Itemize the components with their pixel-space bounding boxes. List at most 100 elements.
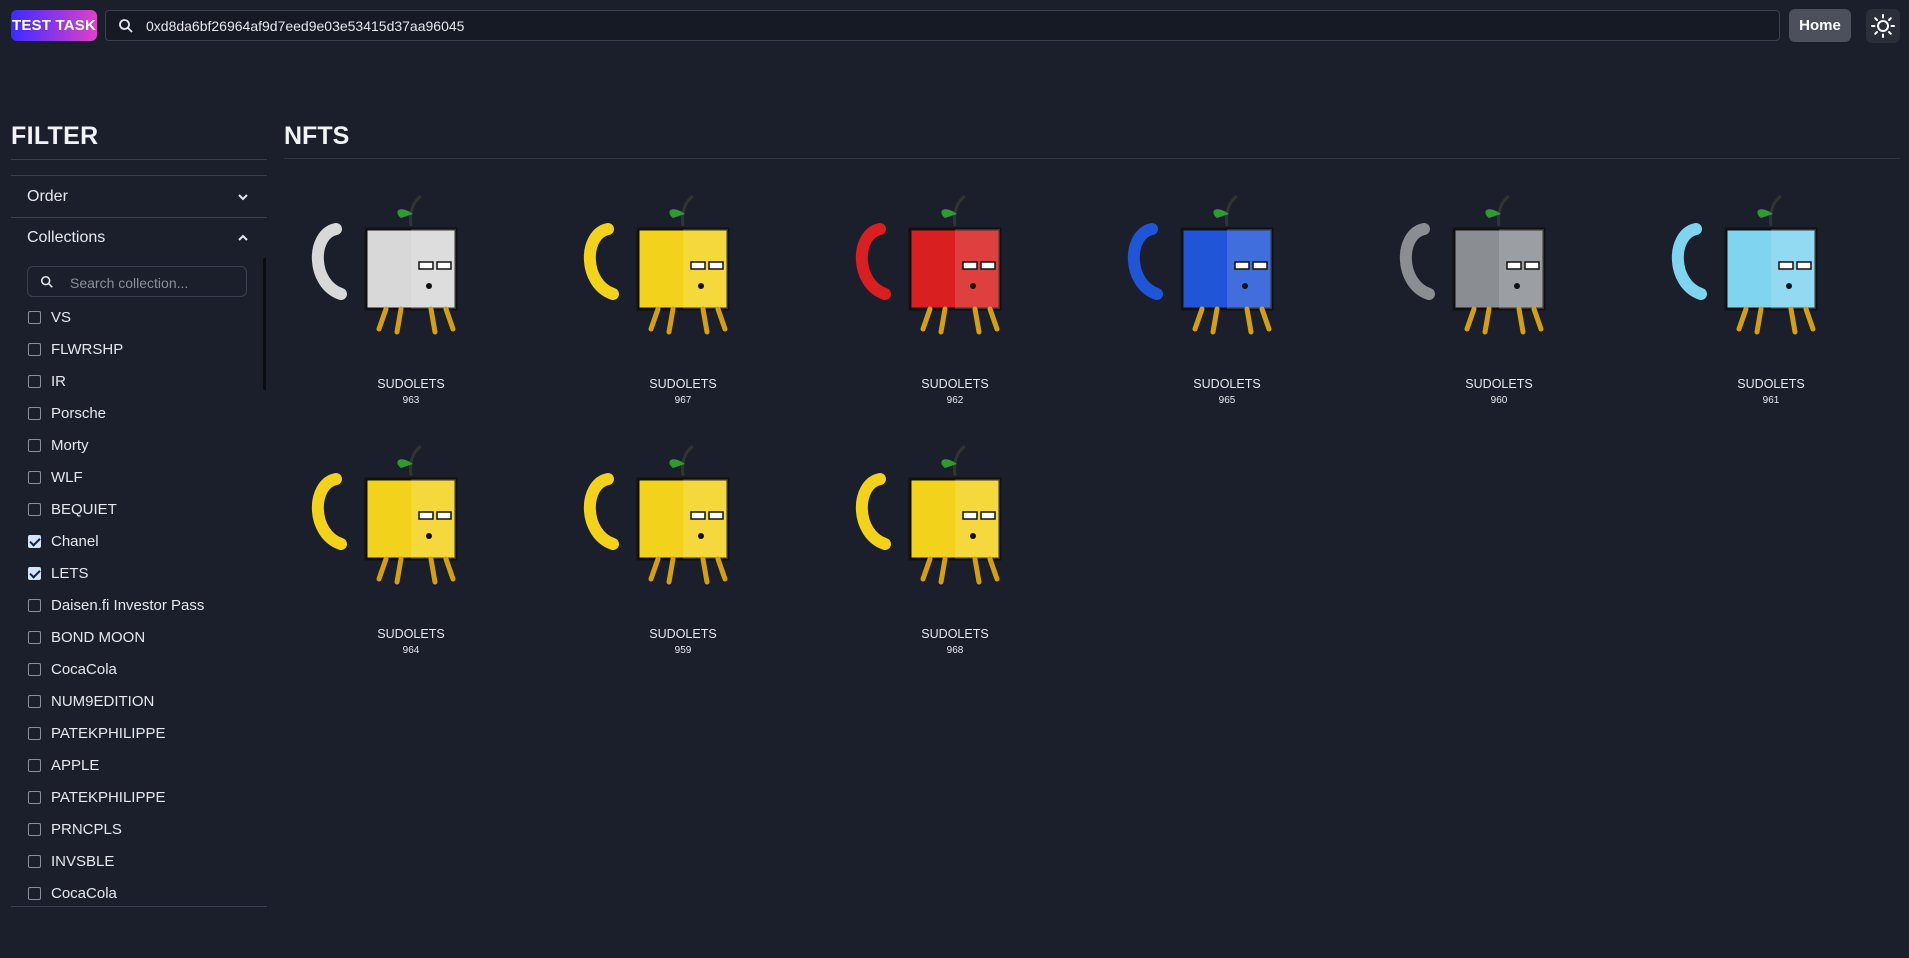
order-label: Order bbox=[27, 188, 68, 205]
nft-token-id: 959 bbox=[674, 645, 692, 656]
nft-image bbox=[583, 444, 730, 585]
nft-collection-name: SUDOLETS bbox=[1465, 377, 1533, 391]
chevron-up-icon bbox=[238, 234, 248, 241]
address-search-input[interactable]: 0xd8da6bf26964af9d7eed9e03e53415d37aa960… bbox=[105, 10, 1780, 41]
nft-token-id: 962 bbox=[946, 395, 964, 406]
collection-item-label: IR bbox=[51, 373, 66, 390]
top-bar: TEST TASK 0xd8da6bf26964af9d7eed9e03e534… bbox=[0, 0, 1909, 52]
collection-checkbox[interactable] bbox=[28, 567, 41, 580]
nft-token-id: 960 bbox=[1490, 395, 1508, 406]
sun-icon bbox=[1871, 14, 1895, 38]
nft-card[interactable]: SUDOLETS 965 bbox=[1117, 174, 1337, 414]
collection-item[interactable]: WLF bbox=[27, 466, 257, 490]
filter-title: FILTER bbox=[11, 122, 99, 150]
collection-item-label: LETS bbox=[51, 565, 89, 582]
collection-checkbox[interactable] bbox=[28, 887, 41, 900]
nft-card[interactable]: SUDOLETS 963 bbox=[301, 174, 521, 414]
search-icon bbox=[119, 19, 133, 33]
collection-item[interactable]: LETS bbox=[27, 562, 257, 586]
collection-item[interactable]: PATEKPHILIPPE bbox=[27, 786, 257, 810]
collection-item-label: Chanel bbox=[51, 533, 99, 550]
collection-item-label: NUM9EDITION bbox=[51, 693, 155, 710]
collection-item[interactable]: INVSBLE bbox=[27, 850, 257, 874]
collection-checkbox[interactable] bbox=[28, 439, 41, 452]
nft-token-id: 963 bbox=[402, 395, 420, 406]
collection-search-input[interactable] bbox=[68, 267, 242, 298]
collection-search[interactable] bbox=[27, 266, 247, 298]
collection-item[interactable]: APPLE bbox=[27, 754, 257, 778]
collection-checkbox[interactable] bbox=[28, 311, 41, 324]
collection-checkbox[interactable] bbox=[28, 599, 41, 612]
home-button[interactable]: Home bbox=[1789, 9, 1851, 42]
collection-checkbox[interactable] bbox=[28, 759, 41, 772]
collection-item-label: Daisen.fi Investor Pass bbox=[51, 597, 205, 614]
collection-item[interactable]: Morty bbox=[27, 434, 257, 458]
collection-item-label: Morty bbox=[51, 437, 89, 454]
collection-checkbox[interactable] bbox=[28, 471, 41, 484]
theme-toggle-button[interactable] bbox=[1866, 9, 1900, 43]
nft-card[interactable]: SUDOLETS 959 bbox=[573, 424, 793, 664]
collection-checkbox[interactable] bbox=[28, 631, 41, 644]
collection-item[interactable]: BEQUIET bbox=[27, 498, 257, 522]
collection-item-label: Porsche bbox=[51, 405, 107, 422]
collection-item-label: PATEKPHILIPPE bbox=[51, 789, 166, 806]
collection-item-label: CocaCola bbox=[51, 885, 117, 902]
divider bbox=[11, 175, 267, 176]
collection-checkbox[interactable] bbox=[28, 695, 41, 708]
nft-card[interactable]: SUDOLETS 961 bbox=[1661, 174, 1881, 414]
nft-token-id: 965 bbox=[1218, 395, 1236, 406]
collection-item-label: APPLE bbox=[51, 757, 100, 774]
collection-item[interactable]: PATEKPHILIPPE bbox=[27, 722, 257, 746]
nft-collection-name: SUDOLETS bbox=[377, 627, 445, 641]
collection-checkbox[interactable] bbox=[28, 535, 41, 548]
nft-image bbox=[855, 444, 1002, 585]
nft-card[interactable]: SUDOLETS 964 bbox=[301, 424, 521, 664]
collection-item[interactable]: CocaCola bbox=[27, 658, 257, 682]
collection-item[interactable]: Porsche bbox=[27, 402, 257, 426]
scrollbar[interactable] bbox=[263, 258, 266, 390]
nft-collection-name: SUDOLETS bbox=[1737, 377, 1805, 391]
nft-image bbox=[1399, 194, 1546, 335]
collection-item[interactable]: NUM9EDITION bbox=[27, 690, 257, 714]
collection-item[interactable]: Chanel bbox=[27, 530, 257, 554]
collection-item[interactable]: PRNCPLS bbox=[27, 818, 257, 842]
collection-checkbox[interactable] bbox=[28, 663, 41, 676]
collection-item-label: FLWRSHP bbox=[51, 341, 124, 358]
collection-checkbox[interactable] bbox=[28, 791, 41, 804]
nft-card[interactable]: SUDOLETS 968 bbox=[845, 424, 1065, 664]
order-accordion[interactable]: Order bbox=[11, 177, 267, 217]
nft-collection-name: SUDOLETS bbox=[921, 377, 989, 391]
collection-checkbox[interactable] bbox=[28, 343, 41, 356]
collection-checkbox[interactable] bbox=[28, 407, 41, 420]
collection-checkbox[interactable] bbox=[28, 823, 41, 836]
nft-image bbox=[311, 444, 458, 585]
collection-item-label: PATEKPHILIPPE bbox=[51, 725, 166, 742]
collection-item[interactable]: FLWRSHP bbox=[27, 338, 257, 362]
nft-card[interactable]: SUDOLETS 962 bbox=[845, 174, 1065, 414]
collection-checkbox[interactable] bbox=[28, 855, 41, 868]
divider bbox=[11, 906, 267, 907]
nft-image bbox=[1127, 194, 1274, 335]
collections-accordion[interactable]: Collections bbox=[11, 218, 267, 258]
nft-image bbox=[1671, 194, 1818, 335]
nft-collection-name: SUDOLETS bbox=[649, 627, 717, 641]
nft-image bbox=[311, 194, 458, 335]
collection-item[interactable]: IR bbox=[27, 370, 257, 394]
nft-card[interactable]: SUDOLETS 960 bbox=[1389, 174, 1609, 414]
collection-checkbox[interactable] bbox=[28, 503, 41, 516]
collection-item[interactable]: VS bbox=[27, 306, 257, 330]
collections-label: Collections bbox=[27, 229, 106, 246]
collection-item[interactable]: BOND MOON bbox=[27, 626, 257, 650]
nft-card[interactable]: SUDOLETS 967 bbox=[573, 174, 793, 414]
collection-item[interactable]: CocaCola bbox=[27, 882, 257, 906]
nft-collection-name: SUDOLETS bbox=[1193, 377, 1261, 391]
collection-item-label: VS bbox=[51, 309, 72, 326]
search-icon bbox=[40, 275, 53, 288]
collection-item[interactable]: Daisen.fi Investor Pass bbox=[27, 594, 257, 618]
collection-item-label: PRNCPLS bbox=[51, 821, 122, 838]
collection-item-label: BEQUIET bbox=[51, 501, 117, 518]
divider bbox=[11, 159, 267, 160]
collection-checkbox[interactable] bbox=[28, 375, 41, 388]
collection-checkbox[interactable] bbox=[28, 727, 41, 740]
brand-logo[interactable]: TEST TASK bbox=[11, 10, 97, 41]
